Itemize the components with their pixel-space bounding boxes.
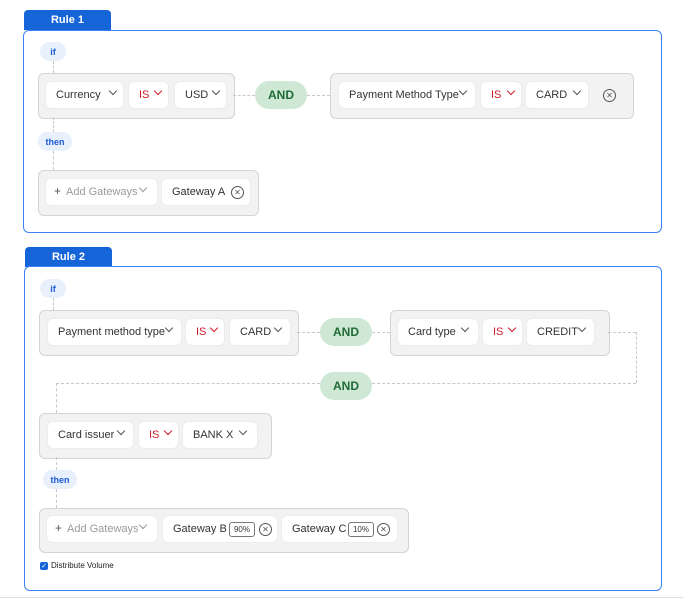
- value-label: CREDIT: [537, 326, 578, 338]
- rule-1-operator-select-1[interactable]: IS: [129, 82, 168, 108]
- value-label: CARD: [536, 89, 568, 101]
- connector: [56, 383, 57, 413]
- connector: [53, 61, 54, 73]
- connector: [307, 95, 330, 96]
- operator-label: IS: [493, 326, 504, 338]
- operator-label: IS: [196, 326, 207, 338]
- connector: [53, 298, 54, 310]
- connector: [56, 489, 57, 508]
- rule-2-operator-select-3[interactable]: IS: [139, 422, 178, 448]
- rule-1-operator-select-2[interactable]: IS: [481, 82, 521, 108]
- gateway-percent-input[interactable]: 10%: [348, 522, 374, 537]
- value-label: BANK X: [193, 429, 234, 441]
- checkmark-icon: ✓: [41, 563, 47, 570]
- chevron-down-icon: [507, 323, 517, 333]
- connector: [372, 332, 390, 333]
- plus-icon: +: [54, 184, 62, 198]
- chevron-down-icon: [138, 183, 148, 193]
- connector: [56, 457, 57, 470]
- chevron-down-icon: [163, 426, 173, 436]
- gateway-name: Gateway C: [292, 523, 347, 535]
- rule-2-field-select-payment-method-type[interactable]: Payment method type: [48, 319, 181, 345]
- rule-1-if-label: if: [40, 42, 66, 61]
- rule-1-tab[interactable]: Rule 1: [24, 10, 111, 30]
- rule-2-value-select-credit[interactable]: CREDIT: [527, 319, 594, 345]
- rule-2-if-label: if: [40, 279, 66, 298]
- rule-2-add-gateways-select[interactable]: + Add Gateways: [47, 516, 157, 542]
- gateway-percent-input[interactable]: 90%: [229, 522, 255, 537]
- rule-1-and-operator[interactable]: AND: [255, 81, 307, 109]
- rule-1-field-select-currency[interactable]: Currency: [46, 82, 123, 108]
- rule-2-value-select-bank-x[interactable]: BANK X: [183, 422, 257, 448]
- connector: [53, 117, 54, 132]
- divider: [0, 597, 683, 598]
- chevron-down-icon: [458, 86, 468, 96]
- rule-2-and-operator-2[interactable]: AND: [320, 372, 372, 400]
- rule-1-value-select-usd[interactable]: USD: [175, 82, 226, 108]
- chevron-down-icon: [506, 86, 516, 96]
- rule-2-tab[interactable]: Rule 2: [25, 247, 112, 267]
- operator-label: IS: [491, 89, 502, 101]
- connector: [233, 95, 255, 96]
- connector: [297, 332, 320, 333]
- chevron-down-icon: [164, 323, 174, 333]
- value-label: USD: [185, 89, 209, 101]
- chevron-down-icon: [460, 323, 470, 333]
- remove-gateway-icon[interactable]: ✕: [259, 523, 272, 536]
- rule-2-operator-select-1[interactable]: IS: [186, 319, 224, 345]
- connector: [56, 383, 320, 384]
- chevron-down-icon: [116, 426, 126, 436]
- plus-icon: +: [55, 521, 63, 535]
- rule-2-then-label: then: [43, 470, 77, 489]
- rule-1-value-select-card[interactable]: CARD: [526, 82, 588, 108]
- remove-gateway-icon[interactable]: ✕: [377, 523, 390, 536]
- field-label: Card type: [408, 326, 456, 338]
- rule-2-and-operator-1[interactable]: AND: [320, 318, 372, 346]
- rule-2-operator-select-2[interactable]: IS: [483, 319, 522, 345]
- rule-2-field-select-card-issuer[interactable]: Card issuer: [48, 422, 133, 448]
- chevron-down-icon: [209, 323, 219, 333]
- operator-label: IS: [149, 429, 160, 441]
- field-label: Currency: [56, 89, 101, 101]
- chevron-down-icon: [108, 86, 118, 96]
- connector: [608, 332, 636, 333]
- distribute-volume-checkbox[interactable]: ✓: [40, 562, 48, 570]
- value-label: CARD: [240, 326, 272, 338]
- chevron-down-icon: [238, 426, 248, 436]
- field-label: Card issuer: [58, 429, 115, 441]
- rule-1-field-select-payment-method-type[interactable]: Payment Method Type: [339, 82, 475, 108]
- gateway-name: Gateway A: [172, 186, 226, 198]
- remove-gateway-icon[interactable]: ✕: [231, 186, 244, 199]
- rule-2-field-select-card-type[interactable]: Card type: [398, 319, 478, 345]
- gateway-name: Gateway B: [173, 523, 227, 535]
- chevron-down-icon: [572, 86, 582, 96]
- connector: [372, 383, 636, 384]
- chevron-down-icon: [153, 86, 163, 96]
- rule-1-add-gateways-select[interactable]: + Add Gateways: [46, 179, 157, 205]
- rule-2-value-select-card[interactable]: CARD: [230, 319, 290, 345]
- remove-condition-icon[interactable]: ✕: [603, 89, 616, 102]
- chevron-down-icon: [273, 323, 283, 333]
- chevron-down-icon: [211, 86, 221, 96]
- rule-1-then-label: then: [38, 132, 72, 151]
- distribute-volume-label: Distribute Volume: [51, 561, 114, 570]
- chevron-down-icon: [577, 323, 587, 333]
- chevron-down-icon: [138, 520, 148, 530]
- connector: [53, 151, 54, 170]
- connector: [636, 332, 637, 383]
- field-label: Payment Method Type: [349, 89, 459, 101]
- field-label: Payment method type: [58, 326, 166, 338]
- operator-label: IS: [139, 89, 150, 101]
